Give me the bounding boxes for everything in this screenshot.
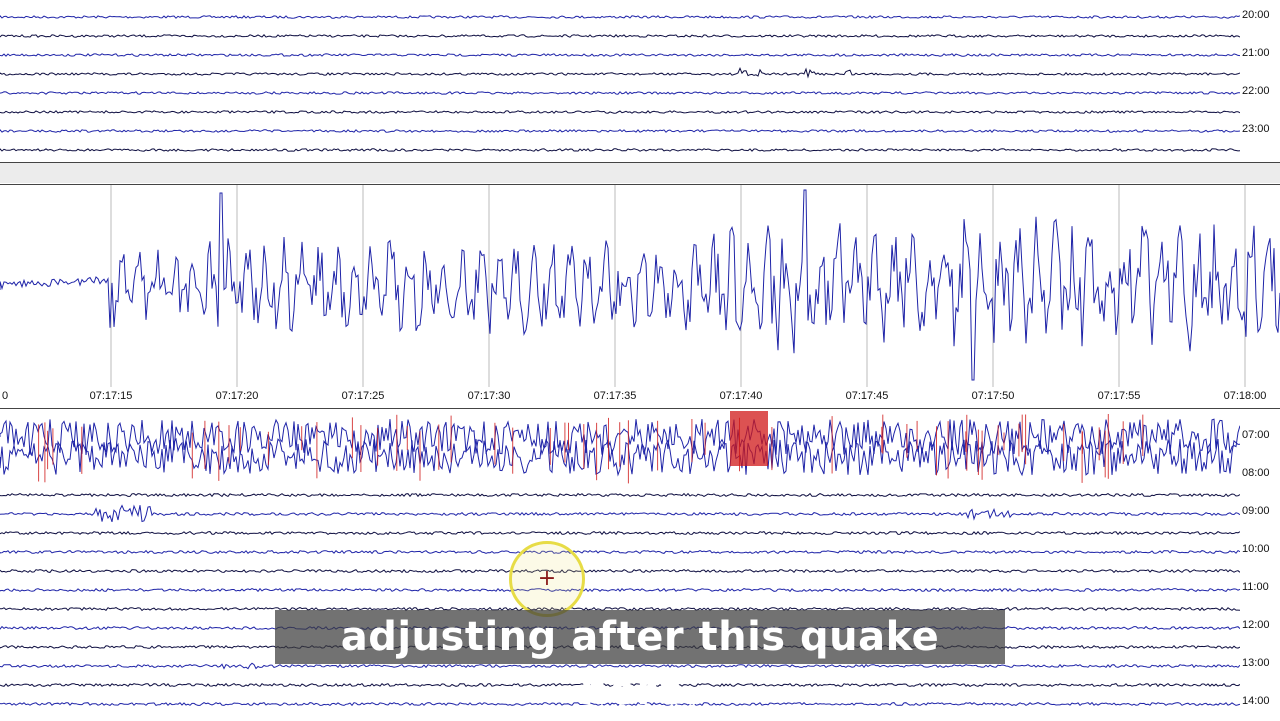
hour-label: 13:00 [1242,657,1270,669]
time-tick-label: 07:17:30 [467,390,511,402]
hour-label: 09:00 [1242,505,1270,517]
seismic-trace [0,67,1240,79]
seismic-trace [0,549,1240,555]
seismic-trace [0,148,1240,152]
hour-label: 07:00 [1242,429,1270,441]
top-helicorder-traces [0,15,1240,152]
time-tick-label: 07:17:25 [341,390,385,402]
seismic-trace [0,504,1240,523]
hour-label: 20:00 [1242,9,1270,21]
time-tick-label: 07:17:50 [971,390,1015,402]
seismic-trace [0,129,1240,133]
event-highlight [730,411,768,466]
time-tick-label: 07:17:35 [593,390,637,402]
seismic-trace [0,492,1240,498]
panel-divider [0,163,1280,183]
hour-label: 10:00 [1242,543,1270,555]
video-caption: adjusting after this quake here. [275,610,1005,714]
hour-label: 21:00 [1242,47,1270,59]
time-tick-label: 07:17:20 [215,390,259,402]
hour-label: 22:00 [1242,85,1270,97]
hour-label: 23:00 [1242,123,1270,135]
seismic-trace [0,587,1240,593]
seismic-trace [0,110,1240,114]
seismic-trace [0,568,1240,574]
zoom-waveform-panel[interactable] [0,184,1280,388]
time-tick-label: 0 [1,390,9,402]
hour-label: 12:00 [1242,619,1270,631]
seismic-trace [0,530,1240,536]
crosshair-cursor-icon: + [537,566,557,591]
time-tick-label: 07:17:40 [719,390,763,402]
hour-label: 08:00 [1242,467,1270,479]
hour-label: 11:00 [1242,581,1269,593]
seismic-trace [0,15,1240,19]
seismic-trace [0,91,1240,95]
zoom-seismic-trace [0,189,1280,381]
time-tick-label: 07:18:00 [1223,390,1267,402]
time-tick-label: 07:17:55 [1097,390,1141,402]
seismic-trace [0,34,1240,38]
zoom-waveform [0,185,1280,387]
time-tick-label: 07:17:15 [89,390,133,402]
seismic-trace [0,53,1240,57]
time-tick-label: 07:17:45 [845,390,889,402]
time-axis: 0 07:17:15 07:17:20 07:17:25 07:17:30 07… [0,387,1280,407]
top-helicorder-panel[interactable]: 20:00 21:00 22:00 23:00 [0,0,1280,163]
hour-label: 14:00 [1242,695,1270,707]
